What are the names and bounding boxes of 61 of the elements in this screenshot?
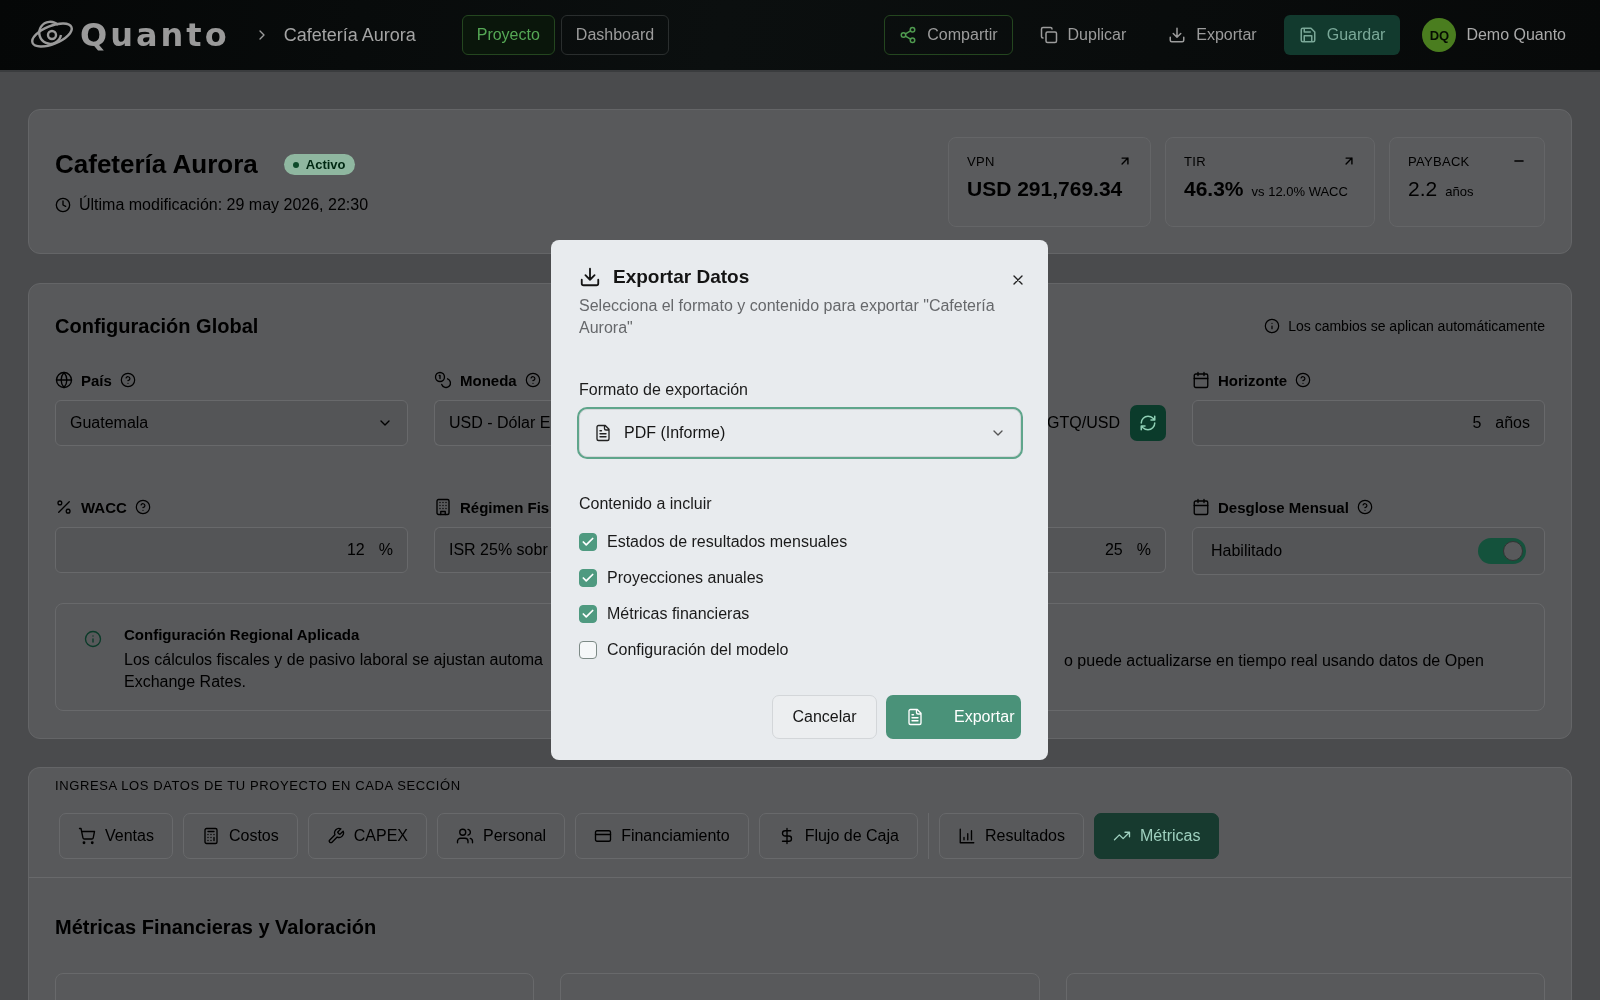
rate-unit: GTQ/USD xyxy=(1047,414,1120,432)
status-badge: Activo xyxy=(283,154,355,175)
export-button[interactable]: Exportar xyxy=(886,695,1021,739)
field-label: Formato de exportación xyxy=(579,381,749,399)
metric-value: 46.3% xyxy=(1184,176,1244,201)
section-tab[interactable]: Costos xyxy=(182,813,298,859)
logo: Quanto xyxy=(80,16,230,54)
metric-label: TIR xyxy=(1184,153,1206,169)
option-label[interactable]: Configuración del modelo xyxy=(607,640,789,659)
number-field[interactable]: 5 años xyxy=(1192,400,1545,446)
info-text: o puede actualizarse en tiempo real usando datos de Open xyxy=(1064,651,1485,671)
auto-save-note: Los cambios se aplican automáticamente xyxy=(1288,318,1545,334)
field-label: Desglose Mensual xyxy=(1218,498,1349,516)
cancel-button[interactable]: Cancelar xyxy=(772,695,877,739)
text-field[interactable]: ISR 25% sobr xyxy=(434,527,551,573)
toggle-field[interactable]: Habilitado xyxy=(1192,527,1545,575)
field-label: WACC xyxy=(81,498,127,516)
metric-value: USD 291,769.34 xyxy=(967,176,1123,201)
dialog-description: Selecciona el formato y contenido para exportar "Cafetería Aurora" xyxy=(579,296,996,338)
section-tab[interactable]: Resultados xyxy=(938,813,1084,859)
section-tab[interactable]: Flujo de Caja xyxy=(758,813,918,859)
nav-tab[interactable]: Proyecto xyxy=(461,15,555,55)
format-select[interactable]: PDF (Informe) xyxy=(579,409,1021,457)
nav-tab[interactable]: Dashboard xyxy=(560,15,670,55)
metric-label: VPN xyxy=(967,153,995,169)
metric-value: 2.2 xyxy=(1408,176,1438,201)
section-title: Configuración Global xyxy=(55,314,259,338)
option-label[interactable]: Métricas financieras xyxy=(607,604,750,623)
field-label: Contenido a incluir xyxy=(579,495,713,513)
section-tab[interactable]: CAPEX xyxy=(307,813,427,859)
section-tab[interactable]: Métricas xyxy=(1093,813,1220,859)
user-name: Demo Quanto xyxy=(1466,26,1566,44)
select-field[interactable]: Guatemala xyxy=(55,400,408,446)
section-title: Métricas Financieras y Valoración xyxy=(54,915,378,939)
section-heading: INGRESA LOS DATOS DE TU PROYECTO EN CADA SECCIÓN xyxy=(54,777,462,793)
number-field[interactable]: 25 % xyxy=(1047,527,1166,573)
info-title: Configuración Regional Aplicada xyxy=(124,626,361,643)
text-field[interactable]: USD - Dólar E xyxy=(434,400,551,446)
field-label: Horizonte xyxy=(1218,371,1288,389)
field-label: Moneda xyxy=(460,371,517,389)
section-tab[interactable]: Personal xyxy=(437,813,566,859)
option-label[interactable]: Estados de resultados mensuales xyxy=(607,532,848,551)
metric-note: vs 12.0% WACC xyxy=(1251,183,1348,199)
breadcrumb: Cafetería Aurora xyxy=(283,24,416,46)
metric-label: PAYBACK xyxy=(1408,153,1470,169)
toolbar-button[interactable]: Guardar xyxy=(1283,15,1401,55)
toolbar-button[interactable]: Exportar xyxy=(1153,15,1272,55)
number-field[interactable]: 12 % xyxy=(55,527,408,573)
avatar[interactable]: DQ xyxy=(1422,18,1457,52)
section-tab[interactable]: Financiamiento xyxy=(575,813,749,859)
project-title: Cafetería Aurora xyxy=(55,149,258,180)
dialog-title: Exportar Datos xyxy=(613,266,750,288)
field-label: País xyxy=(81,371,112,389)
modified-date: Última modificación: 29 may 2026, 22:30 xyxy=(79,196,369,214)
metric-note: años xyxy=(1445,183,1474,199)
field-label: Régimen Fis xyxy=(460,498,550,516)
info-text: Exchange Rates. xyxy=(124,672,247,692)
option-label[interactable]: Proyecciones anuales xyxy=(607,568,764,587)
toolbar-button[interactable]: Compartir xyxy=(884,15,1013,55)
toolbar-button[interactable]: Duplicar xyxy=(1024,15,1142,55)
section-tab[interactable]: Ventas xyxy=(59,813,173,859)
